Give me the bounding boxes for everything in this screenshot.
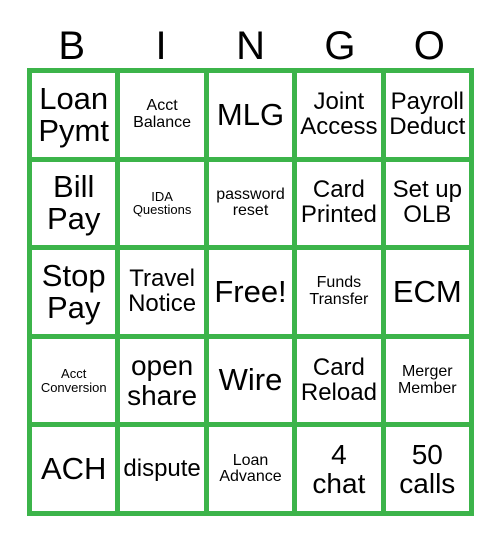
bingo-cell-label: Merger Member <box>397 362 457 397</box>
bingo-cell-r2c5[interactable]: Set up OLB <box>385 161 469 246</box>
bingo-cell-r2c3[interactable]: password reset <box>208 161 293 246</box>
bingo-cell-r4c5[interactable]: Merger Member <box>385 338 469 423</box>
bingo-cell-label: Wire <box>218 362 283 398</box>
bingo-cell-r1c3[interactable]: MLG <box>208 73 293 157</box>
bingo-cell-r3c2[interactable]: Travel Notice <box>120 250 204 334</box>
bingo-cell-r4c3[interactable]: Wire <box>208 338 293 423</box>
bingo-cell-r3c5[interactable]: ECM <box>385 250 469 334</box>
bingo-cell-r3c1[interactable]: Stop Pay <box>32 250 116 334</box>
bingo-cell-label: Funds Transfer <box>309 274 369 308</box>
bingo-cell-r2c4[interactable]: Card Printed <box>297 161 381 246</box>
bingo-header-letter-o: O <box>413 24 445 68</box>
bingo-cell-label: dispute <box>123 454 201 482</box>
bingo-cell-r4c1[interactable]: Acct Conversion <box>32 338 116 423</box>
bingo-cell-label: ECM <box>392 273 462 309</box>
bingo-cell-label: Joint Access <box>300 87 378 140</box>
bingo-cell-label: 4 chat <box>312 439 366 500</box>
bingo-cell-label: Acct Balance <box>133 97 191 131</box>
bingo-cell-r1c1[interactable]: Loan Pymt <box>32 73 116 157</box>
bingo-header-letter-b: B <box>58 24 86 68</box>
bingo-cell-label: ACH <box>40 451 107 487</box>
bingo-cell-r1c4[interactable]: Joint Access <box>297 73 381 157</box>
bingo-cell-label: password reset <box>216 185 285 220</box>
bingo-cell-label: open share <box>127 350 198 411</box>
bingo-cell-free-space[interactable]: Free! <box>208 250 293 334</box>
bingo-cell-label: Set up OLB <box>392 176 462 229</box>
bingo-cell-label: Bill Pay <box>46 169 101 237</box>
bingo-cell-label: Payroll Deduct <box>389 87 466 140</box>
bingo-cell-r2c1[interactable]: Bill Pay <box>32 161 116 246</box>
bingo-header-letter-n: N <box>236 24 265 68</box>
bingo-cell-label: Card Printed <box>300 176 377 229</box>
bingo-cell-r4c2[interactable]: open share <box>120 338 204 423</box>
bingo-cell-label: IDA Questions <box>132 188 192 218</box>
bingo-cell-label: Acct Conversion <box>40 366 107 395</box>
bingo-card: B I N G O Loan Pymt Acct Balance MLG Joi… <box>27 14 474 516</box>
bingo-cell-label: 50 calls <box>399 439 456 500</box>
bingo-header-letter-i: I <box>155 24 167 68</box>
bingo-grid: Loan Pymt Acct Balance MLG Joint Access … <box>27 68 474 516</box>
bingo-cell-r5c1[interactable]: ACH <box>32 427 116 511</box>
bingo-cell-label: Loan Advance <box>219 451 282 486</box>
bingo-cell-label: Travel Notice <box>128 265 197 317</box>
bingo-cell-r5c2[interactable]: dispute <box>120 427 204 511</box>
bingo-cell-r4c4[interactable]: Card Reload <box>297 338 381 423</box>
bingo-cell-r3c4[interactable]: Funds Transfer <box>297 250 381 334</box>
bingo-cell-r1c5[interactable]: Payroll Deduct <box>385 73 469 157</box>
bingo-header-row: B I N G O <box>27 14 474 68</box>
bingo-cell-r2c2[interactable]: IDA Questions <box>120 161 204 246</box>
bingo-cell-r5c4[interactable]: 4 chat <box>297 427 381 511</box>
bingo-cell-r1c2[interactable]: Acct Balance <box>120 73 204 157</box>
bingo-cell-r5c5[interactable]: 50 calls <box>385 427 469 511</box>
bingo-cell-label: MLG <box>216 96 285 132</box>
bingo-cell-r5c3[interactable]: Loan Advance <box>208 427 293 511</box>
bingo-cell-label: Stop Pay <box>41 257 106 325</box>
bingo-cell-label: Loan Pymt <box>38 80 109 148</box>
bingo-cell-label: Card Reload <box>300 353 377 406</box>
bingo-header-letter-g: G <box>324 24 356 68</box>
bingo-cell-label: Free! <box>214 273 287 309</box>
